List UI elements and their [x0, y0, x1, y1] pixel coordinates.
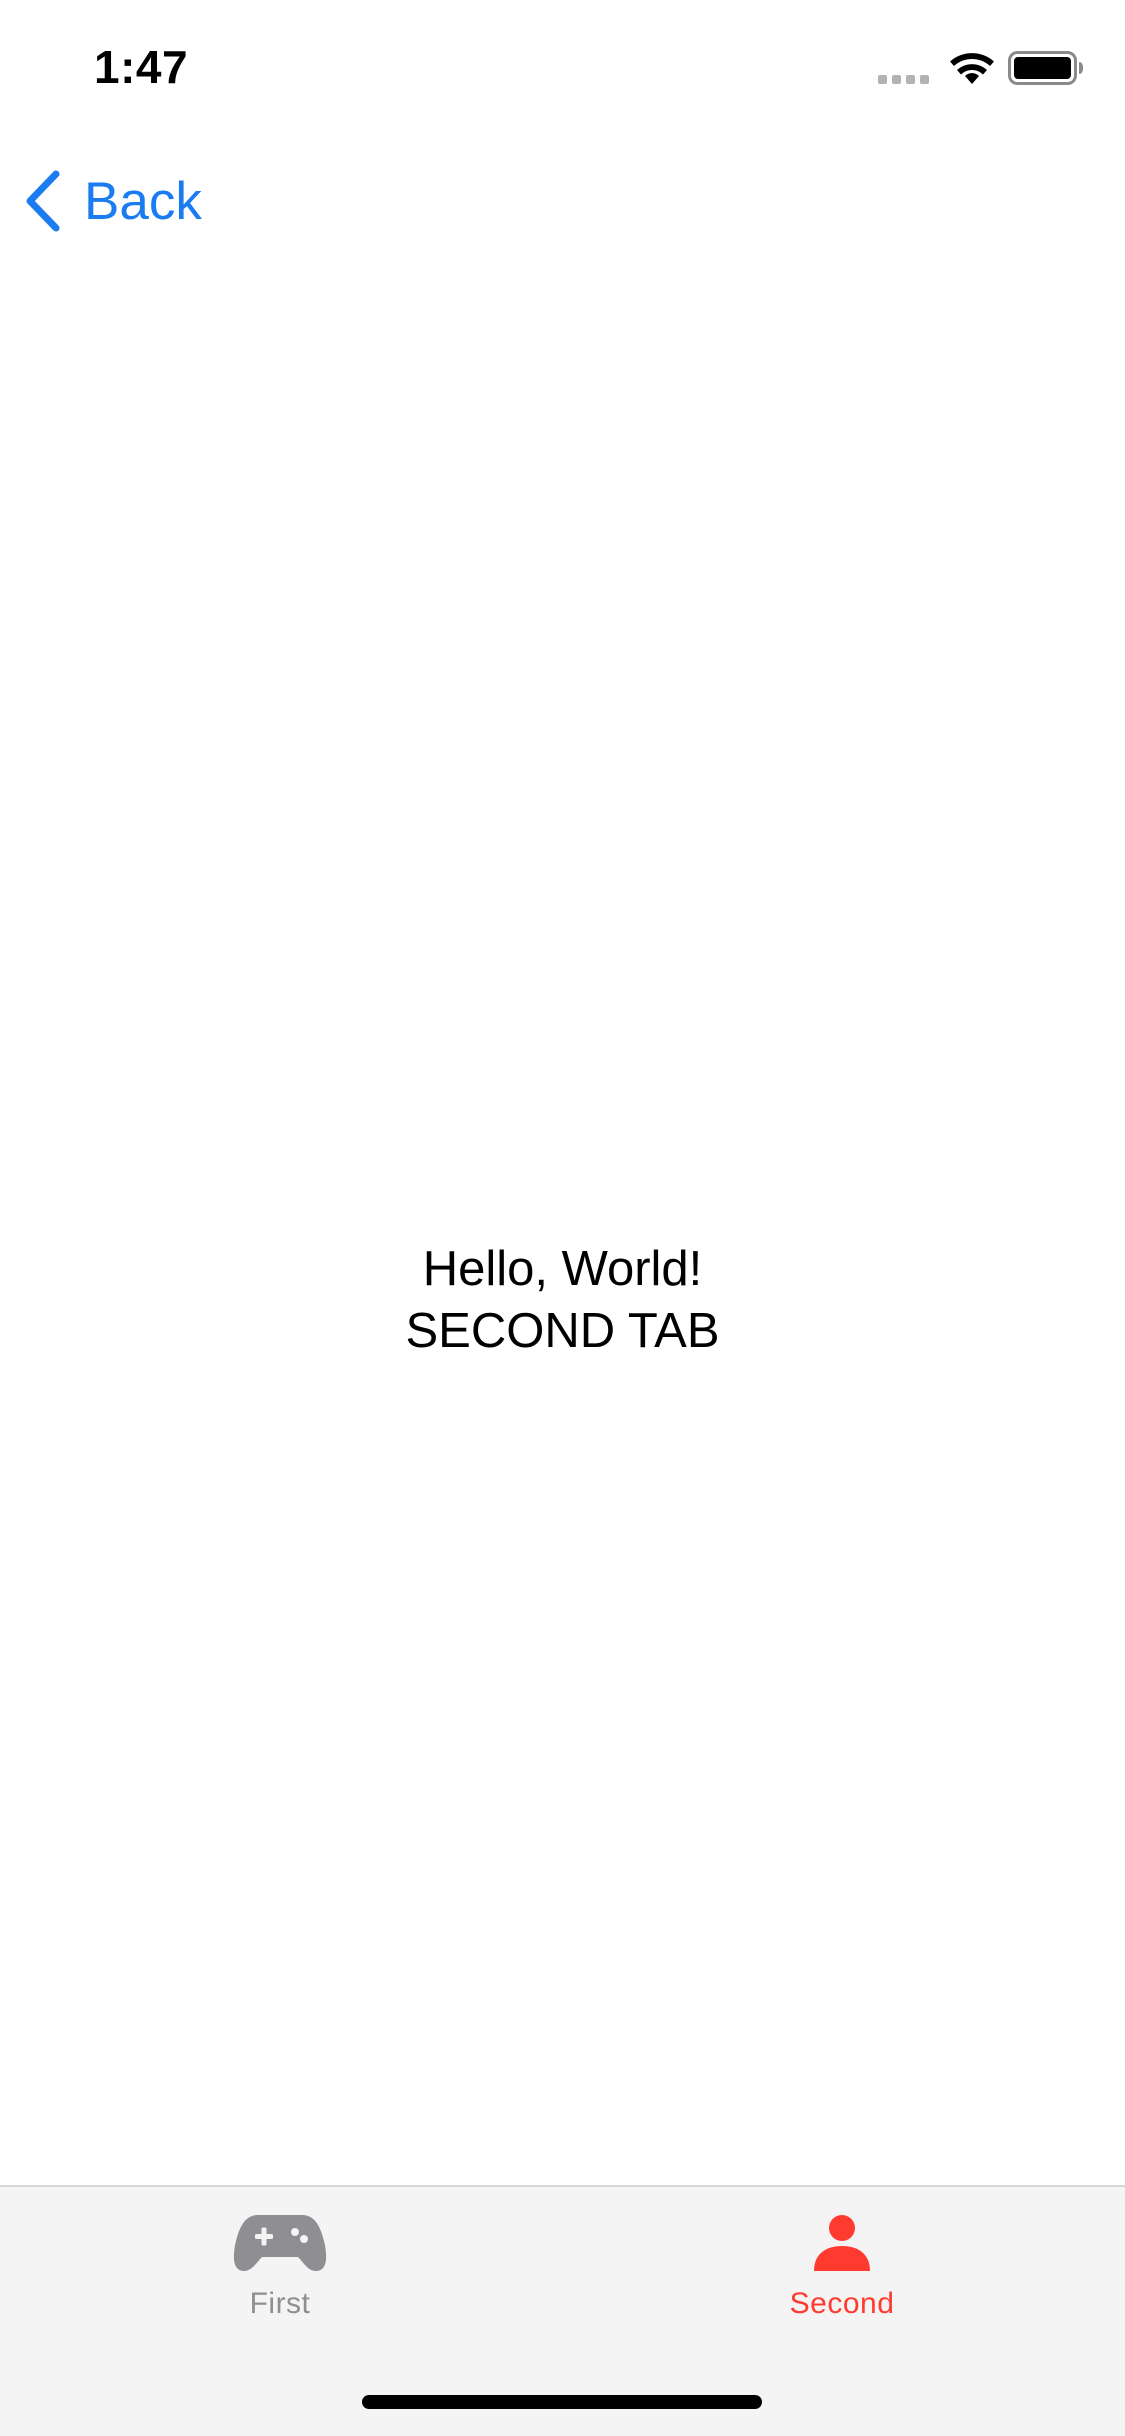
- status-bar: 1:47: [0, 0, 1125, 132]
- chevron-left-icon: [26, 170, 60, 232]
- back-button-label: Back: [84, 171, 202, 231]
- wifi-icon: [950, 53, 994, 84]
- screen: 1:47 Back Hello, World! SECOND TAB First…: [0, 0, 1125, 2436]
- tab-second-label: Second: [789, 2287, 895, 2320]
- main-content: Hello, World! SECOND TAB: [0, 1238, 1125, 1362]
- tab-first[interactable]: First: [180, 2213, 380, 2333]
- back-button[interactable]: Back: [24, 165, 202, 237]
- person-icon: [814, 2215, 870, 2271]
- home-indicator: [362, 2395, 762, 2409]
- tab-second[interactable]: Second: [742, 2213, 942, 2333]
- cellular-signal-icon: [878, 75, 929, 84]
- hello-text: Hello, World!: [422, 1242, 703, 1296]
- status-time: 1:47: [94, 41, 189, 93]
- tab-title-text: SECOND TAB: [405, 1304, 720, 1358]
- gamecontroller-icon: [233, 2215, 327, 2271]
- tab-first-label: First: [249, 2287, 311, 2320]
- battery-icon: [1008, 51, 1083, 85]
- navigation-bar: Back: [0, 140, 1125, 260]
